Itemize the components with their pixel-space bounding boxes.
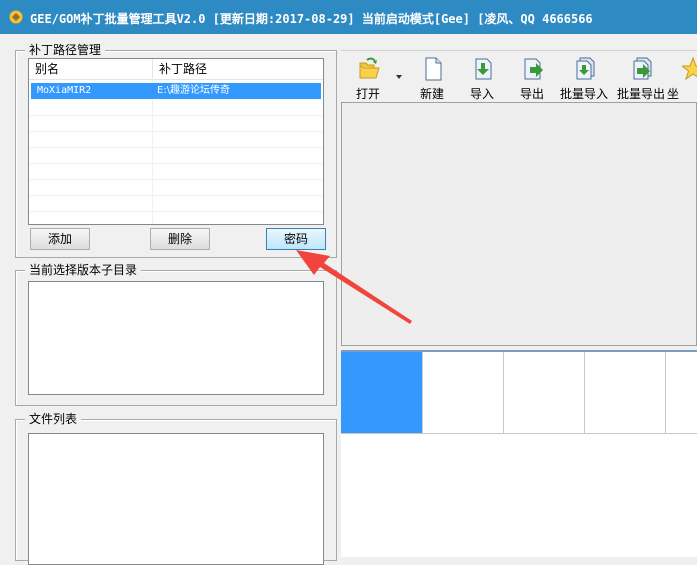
batch-export-label: 批量导出 bbox=[616, 87, 665, 101]
tile-grid[interactable] bbox=[341, 350, 697, 557]
batch-export-button[interactable]: 批量导出 bbox=[617, 57, 665, 101]
delete-button[interactable]: 删除 bbox=[150, 228, 210, 250]
coords-button[interactable]: 坐 bbox=[667, 57, 697, 101]
add-button[interactable]: 添加 bbox=[30, 228, 90, 250]
grid-cell[interactable] bbox=[423, 352, 504, 434]
subdirectory-group-label: 当前选择版本子目录 bbox=[25, 263, 142, 277]
file-list-group-label: 文件列表 bbox=[25, 412, 82, 426]
chevron-down-icon[interactable] bbox=[396, 75, 402, 79]
open-button[interactable]: 打开 bbox=[345, 57, 391, 101]
patch-path-group: 补丁路径管理 别名 补丁路径 MoXiaMIR2 E:\趣游论坛传奇 添加 删除… bbox=[15, 43, 337, 258]
grid-cell[interactable] bbox=[504, 352, 585, 434]
subdirectory-tree[interactable] bbox=[28, 281, 324, 395]
subdirectory-group: 当前选择版本子目录 bbox=[15, 263, 337, 406]
preview-pane[interactable] bbox=[341, 102, 697, 346]
star-icon bbox=[682, 57, 697, 81]
coords-label: 坐 bbox=[667, 87, 680, 101]
batch-import-icon bbox=[576, 57, 595, 80]
patch-path-list[interactable]: 别名 补丁路径 MoXiaMIR2 E:\趣游论坛传奇 bbox=[28, 58, 324, 225]
password-button[interactable]: 密码 bbox=[266, 228, 326, 250]
grid-cell[interactable] bbox=[341, 352, 423, 434]
file-list-group: 文件列表 bbox=[15, 412, 337, 565]
row-path: E:\趣游论坛传奇 bbox=[157, 85, 231, 96]
batch-export-icon bbox=[633, 57, 652, 80]
new-button[interactable]: 新建 bbox=[409, 57, 455, 101]
open-label: 打开 bbox=[355, 87, 380, 101]
window-title: GEE/GOM补丁批量管理工具V2.0 [更新日期:2017-08-29] 当前… bbox=[30, 12, 593, 26]
import-button[interactable]: 导入 bbox=[459, 57, 505, 101]
batch-import-label: 批量导入 bbox=[559, 87, 608, 101]
grid-line bbox=[29, 211, 323, 212]
export-button[interactable]: 导出 bbox=[509, 57, 555, 101]
list-header: 别名 补丁路径 bbox=[29, 59, 323, 80]
export-label: 导出 bbox=[519, 87, 544, 101]
grid-line bbox=[29, 179, 323, 180]
new-file-icon bbox=[425, 57, 442, 81]
column-divider bbox=[152, 79, 153, 224]
open-folder-icon bbox=[359, 57, 380, 79]
grid-line bbox=[29, 115, 323, 116]
app-icon bbox=[9, 10, 23, 24]
column-header-path[interactable]: 补丁路径 bbox=[153, 59, 323, 79]
grid-line bbox=[29, 147, 323, 148]
patch-path-group-label: 补丁路径管理 bbox=[25, 43, 106, 57]
batch-import-button[interactable]: 批量导入 bbox=[560, 57, 608, 101]
export-icon bbox=[524, 58, 543, 80]
column-header-alias[interactable]: 别名 bbox=[29, 59, 153, 79]
toolbar: 打开 新建 导入 导出 批量导入 批量导出 坐 bbox=[341, 50, 697, 103]
grid-line bbox=[29, 163, 323, 164]
file-list-box[interactable] bbox=[28, 433, 324, 565]
row-alias: MoXiaMIR2 bbox=[37, 85, 92, 96]
import-icon bbox=[475, 58, 492, 80]
grid-cell[interactable] bbox=[585, 352, 666, 434]
grid-line bbox=[29, 131, 323, 132]
title-bar: GEE/GOM补丁批量管理工具V2.0 [更新日期:2017-08-29] 当前… bbox=[0, 0, 697, 34]
grid-cell[interactable] bbox=[666, 352, 697, 434]
grid-line bbox=[29, 195, 323, 196]
table-row[interactable]: MoXiaMIR2 E:\趣游论坛传奇 bbox=[31, 83, 321, 99]
